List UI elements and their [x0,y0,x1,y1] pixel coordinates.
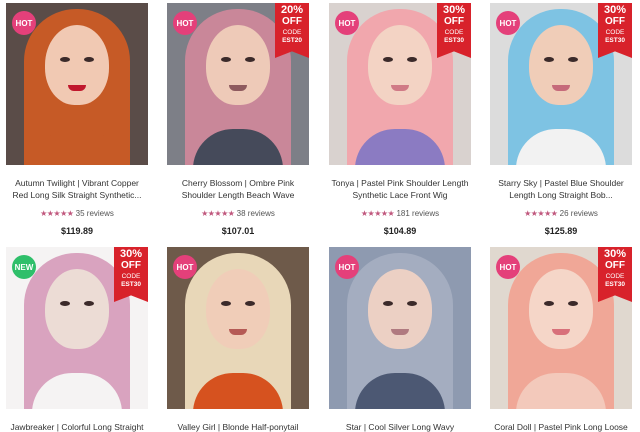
face-shape [206,269,270,349]
product-image[interactable]: HOT 20% OFF CODE EST20 [167,3,309,165]
product-image[interactable]: HOT [6,3,148,165]
product-title-link[interactable]: Tonya | Pastel Pink Shoulder Length Synt… [329,177,471,201]
product-image[interactable]: HOT 30% OFF CODE EST30 [490,3,632,165]
product-card[interactable]: HOT Autumn Twilight | Vibrant Copper Red… [6,3,148,236]
review-count: 26 reviews [559,209,598,218]
eye-shape [568,57,578,62]
product-price: $104.89 [383,226,417,236]
discount-ribbon: 20% OFF CODE EST20 [275,3,309,58]
discount-code: EST30 [444,37,464,44]
discount-code-label: CODE [121,273,141,280]
eye-shape [84,57,94,62]
product-rating[interactable]: ★★★★★ 35 reviews [6,209,148,218]
discount-percent: 30% [603,4,627,16]
eye-shape [383,57,393,62]
discount-percent: 30% [442,4,466,16]
star-rating-icon: ★★★★★ [524,209,558,218]
review-count: 181 reviews [396,209,440,218]
product-card[interactable]: HOT 30% OFF CODE EST30 Tonya | Pastel Pi… [329,3,471,236]
discount-code-label: CODE [605,29,625,36]
star-rating-icon: ★★★★★ [40,209,74,218]
product-title-link[interactable]: Cherry Blossom | Ombre Pink Shoulder Len… [167,177,309,201]
eye-shape [544,301,554,306]
discount-ribbon: 30% OFF CODE EST30 [114,247,148,302]
discount-ribbon: 30% OFF CODE EST30 [598,247,632,302]
product-rating[interactable]: ★★★★★ 38 reviews [167,209,309,218]
product-badge: HOT [173,255,197,279]
product-image[interactable]: HOT 30% OFF CODE EST30 [329,3,471,165]
eye-shape [84,301,94,306]
product-title-link[interactable]: Autumn Twilight | Vibrant Copper Red Lon… [6,177,148,201]
review-count: 35 reviews [75,209,114,218]
product-grid: HOT Autumn Twilight | Vibrant Copper Red… [0,0,640,432]
product-card[interactable]: HOT Valley Girl | Blonde Half-ponytail L… [167,247,309,432]
product-image[interactable]: NEW 30% OFF CODE EST30 [6,247,148,409]
eye-shape [568,301,578,306]
product-badge: HOT [12,11,36,35]
product-title-link[interactable]: Valley Girl | Blonde Half-ponytail Long.… [167,421,309,432]
discount-off: OFF [121,260,141,271]
review-count: 38 reviews [236,209,275,218]
product-image[interactable]: HOT 30% OFF CODE EST30 [490,247,632,409]
eye-shape [221,301,231,306]
eye-shape [60,57,70,62]
product-card[interactable]: HOT 30% OFF CODE EST30 Coral Doll | Past… [490,247,632,432]
product-badge: NEW [12,255,36,279]
discount-code-label: CODE [605,273,625,280]
face-shape [529,269,593,349]
discount-code: EST30 [121,281,141,288]
eye-shape [383,301,393,306]
eye-shape [245,301,255,306]
star-rating-icon: ★★★★★ [201,209,235,218]
discount-percent: 20% [280,4,304,16]
discount-off: OFF [282,16,302,27]
product-price: $107.01 [221,226,255,236]
product-badge: HOT [496,11,520,35]
discount-off: OFF [444,16,464,27]
product-rating[interactable]: ★★★★★ 181 reviews [329,209,471,218]
face-shape [368,269,432,349]
product-title-link[interactable]: Star | Cool Silver Long Wavy Synthetic L… [329,421,471,432]
product-badge: HOT [335,255,359,279]
product-image[interactable]: HOT [329,247,471,409]
eye-shape [221,57,231,62]
eye-shape [60,301,70,306]
face-shape [368,25,432,105]
discount-off: OFF [605,260,625,271]
discount-percent: 30% [119,248,143,260]
discount-percent: 30% [603,248,627,260]
discount-code-label: CODE [444,29,464,36]
discount-code: EST30 [605,281,625,288]
discount-ribbon: 30% OFF CODE EST30 [598,3,632,58]
product-card[interactable]: HOT 20% OFF CODE EST20 Cherry Blossom | … [167,3,309,236]
discount-ribbon: 30% OFF CODE EST30 [437,3,471,58]
discount-off: OFF [605,16,625,27]
product-price: $119.89 [60,226,94,236]
star-rating-icon: ★★★★★ [360,209,395,218]
eye-shape [245,57,255,62]
discount-code: EST20 [282,37,302,44]
face-shape [529,25,593,105]
face-shape [206,25,270,105]
product-rating[interactable]: ★★★★★ 26 reviews [490,209,632,218]
discount-code-label: CODE [282,29,302,36]
product-title-link[interactable]: Jawbreaker | Colorful Long Straight Lace… [6,421,148,432]
product-title-link[interactable]: Coral Doll | Pastel Pink Long Loose Curl… [490,421,632,432]
product-card[interactable]: HOT 30% OFF CODE EST30 Starry Sky | Past… [490,3,632,236]
product-badge: HOT [335,11,359,35]
eye-shape [544,57,554,62]
product-card[interactable]: NEW 30% OFF CODE EST30 Jawbreaker | Colo… [6,247,148,432]
product-image[interactable]: HOT [167,247,309,409]
face-shape [45,25,109,105]
product-price: $125.89 [544,226,578,236]
eye-shape [407,301,417,306]
product-badge: HOT [173,11,197,35]
eye-shape [407,57,417,62]
face-shape [45,269,109,349]
discount-code: EST30 [605,37,625,44]
product-card[interactable]: HOT Star | Cool Silver Long Wavy Synthet… [329,247,471,432]
product-badge: HOT [496,255,520,279]
product-title-link[interactable]: Starry Sky | Pastel Blue Shoulder Length… [490,177,632,201]
